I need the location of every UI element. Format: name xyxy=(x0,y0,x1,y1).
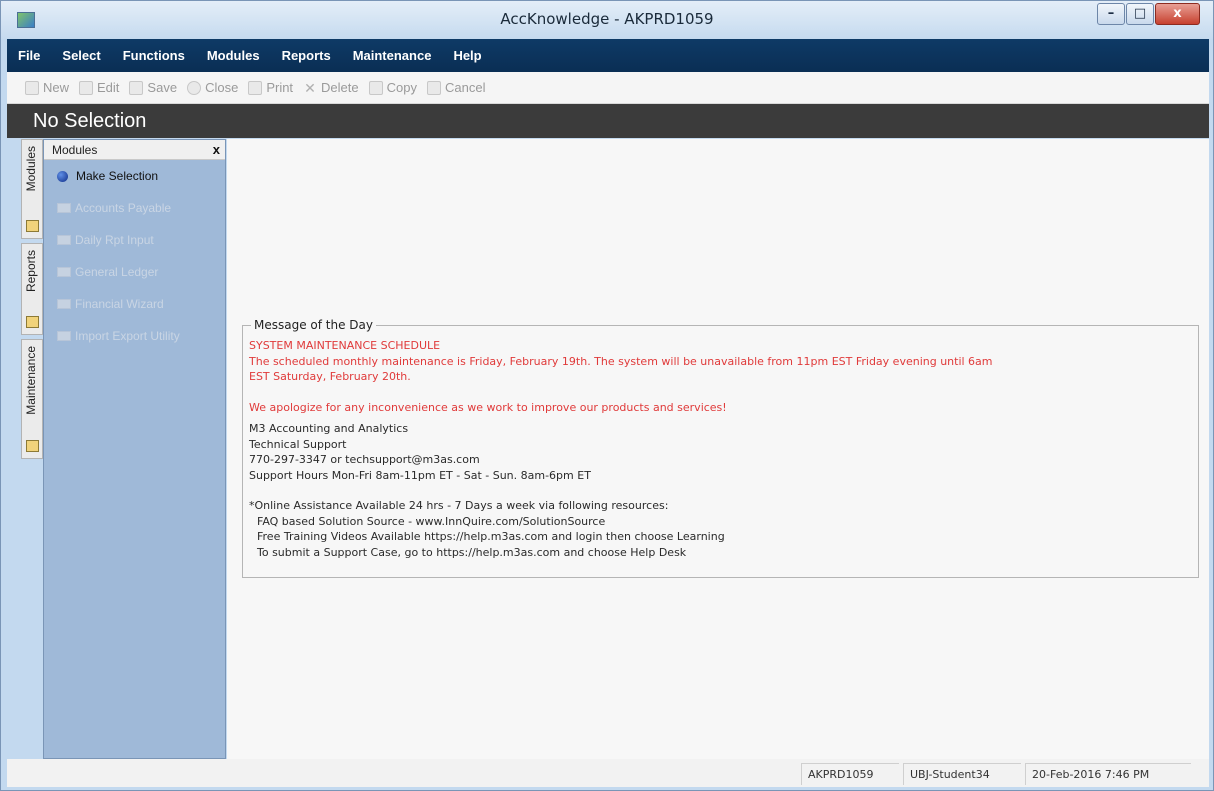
folder-icon xyxy=(57,299,71,309)
toolbar: New Edit Save Close Print ✕ Delete Copy C… xyxy=(7,72,1209,104)
close-panel-icon[interactable]: x xyxy=(213,140,220,160)
status-bar: AKPRD1059 UBJ-Student34 20-Feb-2016 7:46… xyxy=(7,759,1209,787)
close-circle-icon xyxy=(187,80,202,95)
modules-panel-header: Modules x xyxy=(44,140,225,160)
contact-line: Technical Support xyxy=(249,437,347,451)
folder-icon xyxy=(57,267,71,277)
delete-button[interactable]: ✕ Delete xyxy=(303,79,359,96)
window-title: AccKnowledge - AKPRD1059 xyxy=(500,10,714,28)
copy-icon xyxy=(368,80,383,95)
cancel-label: Cancel xyxy=(444,80,486,95)
close-window-button[interactable]: x xyxy=(1155,3,1200,25)
maximize-button[interactable]: □ xyxy=(1126,3,1154,25)
cancel-icon xyxy=(426,80,441,95)
delete-label: Delete xyxy=(321,80,359,95)
delete-icon: ✕ xyxy=(304,79,316,96)
modules-panel: Modules x Make Selection Accounts Payabl… xyxy=(43,139,226,759)
folder-icon xyxy=(57,203,71,213)
tab-reports-label: Reports xyxy=(24,250,38,293)
status-user: UBJ-Student34 xyxy=(903,763,1021,785)
module-general-ledger[interactable]: General Ledger xyxy=(44,256,225,288)
motd-line: The scheduled monthly maintenance is Fri… xyxy=(249,354,993,368)
tab-reports[interactable]: Reports xyxy=(21,243,43,335)
cancel-button[interactable]: Cancel xyxy=(426,80,486,95)
app-window: AccKnowledge - AKPRD1059 – □ x File Sele… xyxy=(0,0,1214,791)
menu-modules[interactable]: Modules xyxy=(207,48,260,63)
close-button[interactable]: Close xyxy=(187,80,238,95)
folder-icon xyxy=(26,440,39,452)
page-title: No Selection xyxy=(7,104,1209,138)
menu-file[interactable]: File xyxy=(18,48,40,63)
resource-line: FAQ based Solution Source - www.InnQuire… xyxy=(257,514,606,528)
new-button[interactable]: New xyxy=(25,80,69,95)
tab-modules[interactable]: Modules xyxy=(21,139,43,239)
print-button[interactable]: Print xyxy=(248,80,293,95)
copy-label: Copy xyxy=(386,80,417,95)
contact-line: M3 Accounting and Analytics xyxy=(249,422,409,435)
minimize-button[interactable]: – xyxy=(1097,3,1125,25)
title-bar: AccKnowledge - AKPRD1059 – □ x xyxy=(1,1,1213,39)
tab-modules-label: Modules xyxy=(24,146,38,192)
module-label: Financial Wizard xyxy=(75,297,164,311)
module-financial-wizard[interactable]: Financial Wizard xyxy=(44,288,225,320)
print-label: Print xyxy=(266,80,294,95)
edit-icon xyxy=(79,80,94,95)
new-icon xyxy=(25,80,39,95)
menu-select[interactable]: Select xyxy=(62,48,100,63)
resource-line: *Online Assistance Available 24 hrs - 7 … xyxy=(249,499,669,512)
motd-line: SYSTEM MAINTENANCE SCHEDULE xyxy=(249,339,441,352)
print-icon xyxy=(248,80,263,95)
resource-line: Free Training Videos Available https://h… xyxy=(257,530,725,543)
edit-button[interactable]: Edit xyxy=(79,80,119,95)
module-label: General Ledger xyxy=(75,265,159,279)
menu-functions[interactable]: Functions xyxy=(123,48,185,63)
close-label: Close xyxy=(205,80,239,95)
module-label: Daily Rpt Input xyxy=(75,233,154,247)
resource-line: To submit a Support Case, go to https://… xyxy=(257,545,687,559)
folder-icon xyxy=(26,220,39,232)
folder-icon xyxy=(26,316,39,328)
modules-panel-title: Modules xyxy=(52,143,98,157)
tab-maintenance[interactable]: Maintenance xyxy=(21,339,43,459)
module-daily-rpt-input[interactable]: Daily Rpt Input xyxy=(44,224,225,256)
save-label: Save xyxy=(147,80,178,95)
motd-line: We apologize for any inconvenience as we… xyxy=(249,400,727,414)
main-content: Message of the Day SYSTEM MAINTENANCE SC… xyxy=(227,139,1209,759)
copy-button[interactable]: Copy xyxy=(368,80,417,95)
menu-help[interactable]: Help xyxy=(453,48,481,63)
module-label: Make Selection xyxy=(76,169,159,183)
new-label: New xyxy=(43,80,70,95)
motd-line: EST Saturday, February 20th. xyxy=(249,370,411,383)
module-accounts-payable[interactable]: Accounts Payable xyxy=(44,192,225,224)
module-label: Accounts Payable xyxy=(75,201,172,215)
vertical-tabs: Modules Reports Maintenance xyxy=(21,139,43,479)
contact-line: 770-297-3347 or techsupport@m3as.com xyxy=(249,453,480,466)
message-of-the-day: Message of the Day SYSTEM MAINTENANCE SC… xyxy=(242,318,1199,578)
save-button[interactable]: Save xyxy=(129,80,177,95)
module-make-selection[interactable]: Make Selection xyxy=(44,160,225,192)
menu-maintenance[interactable]: Maintenance xyxy=(353,48,432,63)
status-server: AKPRD1059 xyxy=(801,763,899,785)
menu-reports[interactable]: Reports xyxy=(282,48,331,63)
folder-icon xyxy=(57,331,71,341)
folder-icon xyxy=(57,235,71,245)
tab-maintenance-label: Maintenance xyxy=(24,346,38,415)
motd-title: Message of the Day xyxy=(251,318,376,334)
blue-ball-icon xyxy=(57,170,68,182)
contact-line: Support Hours Mon-Fri 8am-11pm ET - Sat … xyxy=(249,468,591,482)
status-datetime: 20-Feb-2016 7:46 PM xyxy=(1025,763,1191,785)
menu-bar: File Select Functions Modules Reports Ma… xyxy=(7,39,1209,72)
edit-label: Edit xyxy=(97,80,120,95)
save-icon xyxy=(129,80,144,95)
module-label: Import Export Utility xyxy=(75,329,180,343)
module-import-export-utility[interactable]: Import Export Utility xyxy=(44,320,225,352)
